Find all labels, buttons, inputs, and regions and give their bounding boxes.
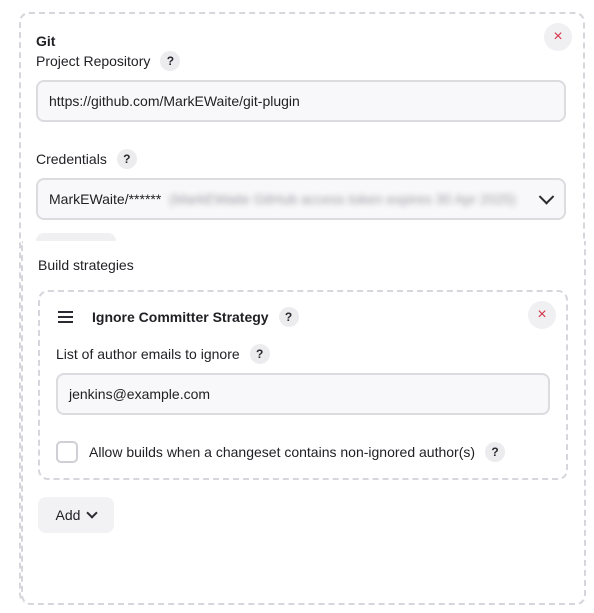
help-icon[interactable]: ? [278, 307, 299, 327]
author-emails-value: jenkins@example.com [69, 386, 211, 402]
help-icon[interactable]: ? [160, 51, 181, 71]
help-icon[interactable]: ? [116, 149, 137, 169]
allow-builds-label-text: Allow builds when a changeset contains n… [89, 444, 476, 460]
credentials-label: Credentials ? [36, 148, 137, 170]
chevron-down-icon [86, 507, 99, 519]
project-repository-value: https://github.com/MarkEWaite/git-plugin [49, 93, 300, 109]
strategy-header: Ignore Committer Strategy ? [92, 306, 299, 328]
credentials-select[interactable]: MarkEWaite/****** (MarkEWaite GitHub acc… [36, 178, 566, 220]
build-strategies-label: Build strategies [38, 257, 134, 273]
chevron-down-icon [538, 189, 555, 205]
allow-builds-checkbox[interactable] [56, 441, 78, 463]
credentials-selected-value: MarkEWaite/****** [49, 191, 162, 207]
project-repository-input[interactable]: https://github.com/MarkEWaite/git-plugin [36, 80, 566, 122]
close-icon[interactable]: × [544, 23, 572, 51]
author-emails-input[interactable]: jenkins@example.com [56, 373, 550, 415]
project-repository-label: Project Repository ? [36, 50, 181, 72]
help-icon[interactable]: ? [485, 442, 506, 462]
drag-handle-icon[interactable] [58, 311, 73, 323]
help-icon[interactable]: ? [249, 344, 270, 364]
project-repository-label-text: Project Repository [36, 53, 151, 69]
allow-builds-label: Allow builds when a changeset contains n… [89, 441, 506, 463]
strategy-title: Ignore Committer Strategy [92, 309, 269, 325]
close-icon[interactable]: × [528, 301, 556, 329]
add-button-label: Add [55, 507, 81, 523]
git-title: Git [36, 33, 56, 49]
add-button[interactable]: Add [38, 497, 114, 533]
author-emails-label-text: List of author emails to ignore [56, 346, 240, 362]
credentials-selected-detail: (MarkEWaite GitHub access token expires … [169, 191, 516, 207]
credentials-label-text: Credentials [36, 151, 107, 167]
author-emails-label: List of author emails to ignore ? [56, 343, 270, 365]
